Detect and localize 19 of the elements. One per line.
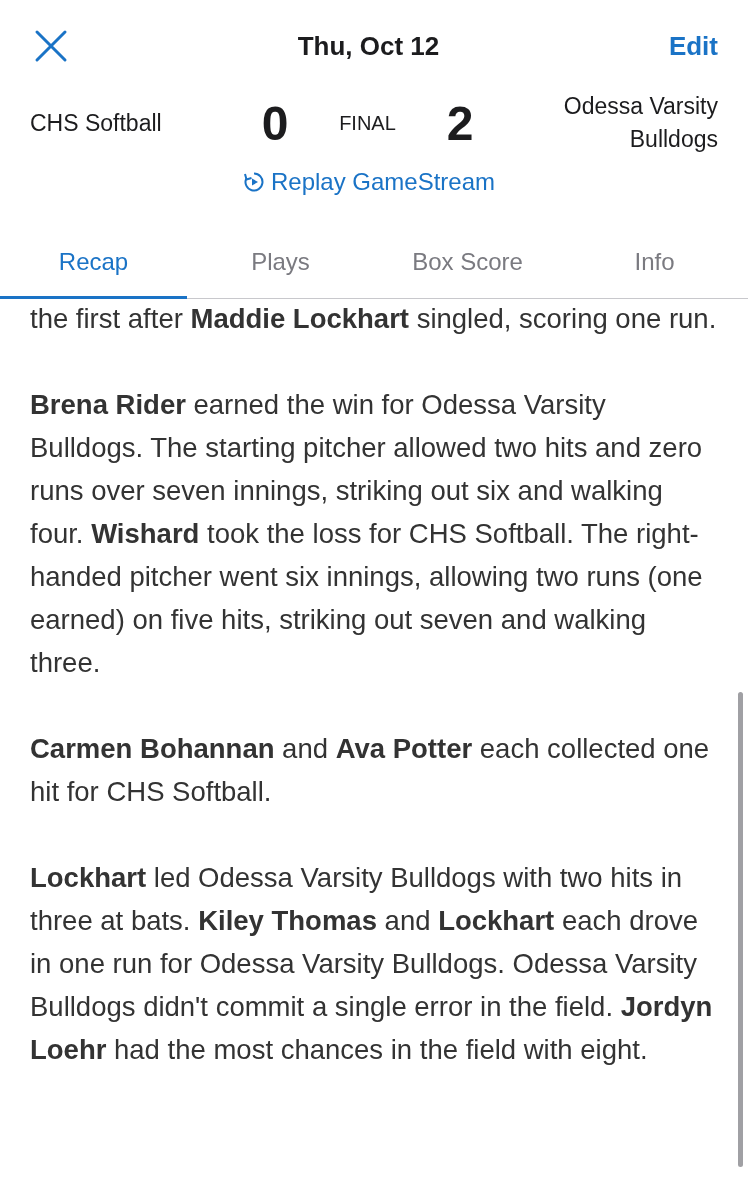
home-team: CHS Softball [30, 109, 163, 137]
game-status: FINAL [338, 111, 397, 135]
close-button[interactable] [34, 29, 68, 63]
tab[interactable]: Box Score [374, 236, 561, 299]
tab[interactable]: Info [561, 236, 748, 299]
away-team: Odessa Varsity Bulldogs [562, 92, 718, 154]
edit-button[interactable]: Edit [668, 30, 718, 62]
tab[interactable]: Recap [0, 236, 187, 299]
replay-link[interactable]: Replay GameStream [242, 168, 496, 196]
recap-paragraph: Lockhart led Odessa Varsity Bulldogs with two hits in three at bats. Kiley Thomas and Lockhart each drove in one run for Odessa Varsity Bulldogs. Odessa Varsity Bulldogs didn't commit a single error in the field. Jordyn Loehr had the most chances in the field with eight. [30, 861, 714, 1067]
home-score: 0 [260, 95, 290, 151]
recap-paragraph: Brena Rider earned the win for Odessa Varsity Bulldogs. The starting pitcher allowed two hits and zero runs over seven innings, striking out six and walking four. Wishard took the loss for CHS Softball. The right-handed pitcher went six innings, allowing two runs (one earned) on five hits, striking out seven and walking three. [30, 388, 704, 680]
tab[interactable]: Plays [187, 236, 374, 299]
game-date: Thu, Oct 12 [297, 30, 440, 62]
replay-icon [242, 171, 265, 193]
recap-paragraph: Carmen Bohannan and Ava Potter each collected one hit for CHS Softball. [30, 732, 711, 809]
recap-paragraph: the first after Maddie Lockhart singled, scoring one run. [30, 302, 718, 336]
close-icon [34, 29, 68, 63]
away-score: 2 [445, 95, 475, 151]
